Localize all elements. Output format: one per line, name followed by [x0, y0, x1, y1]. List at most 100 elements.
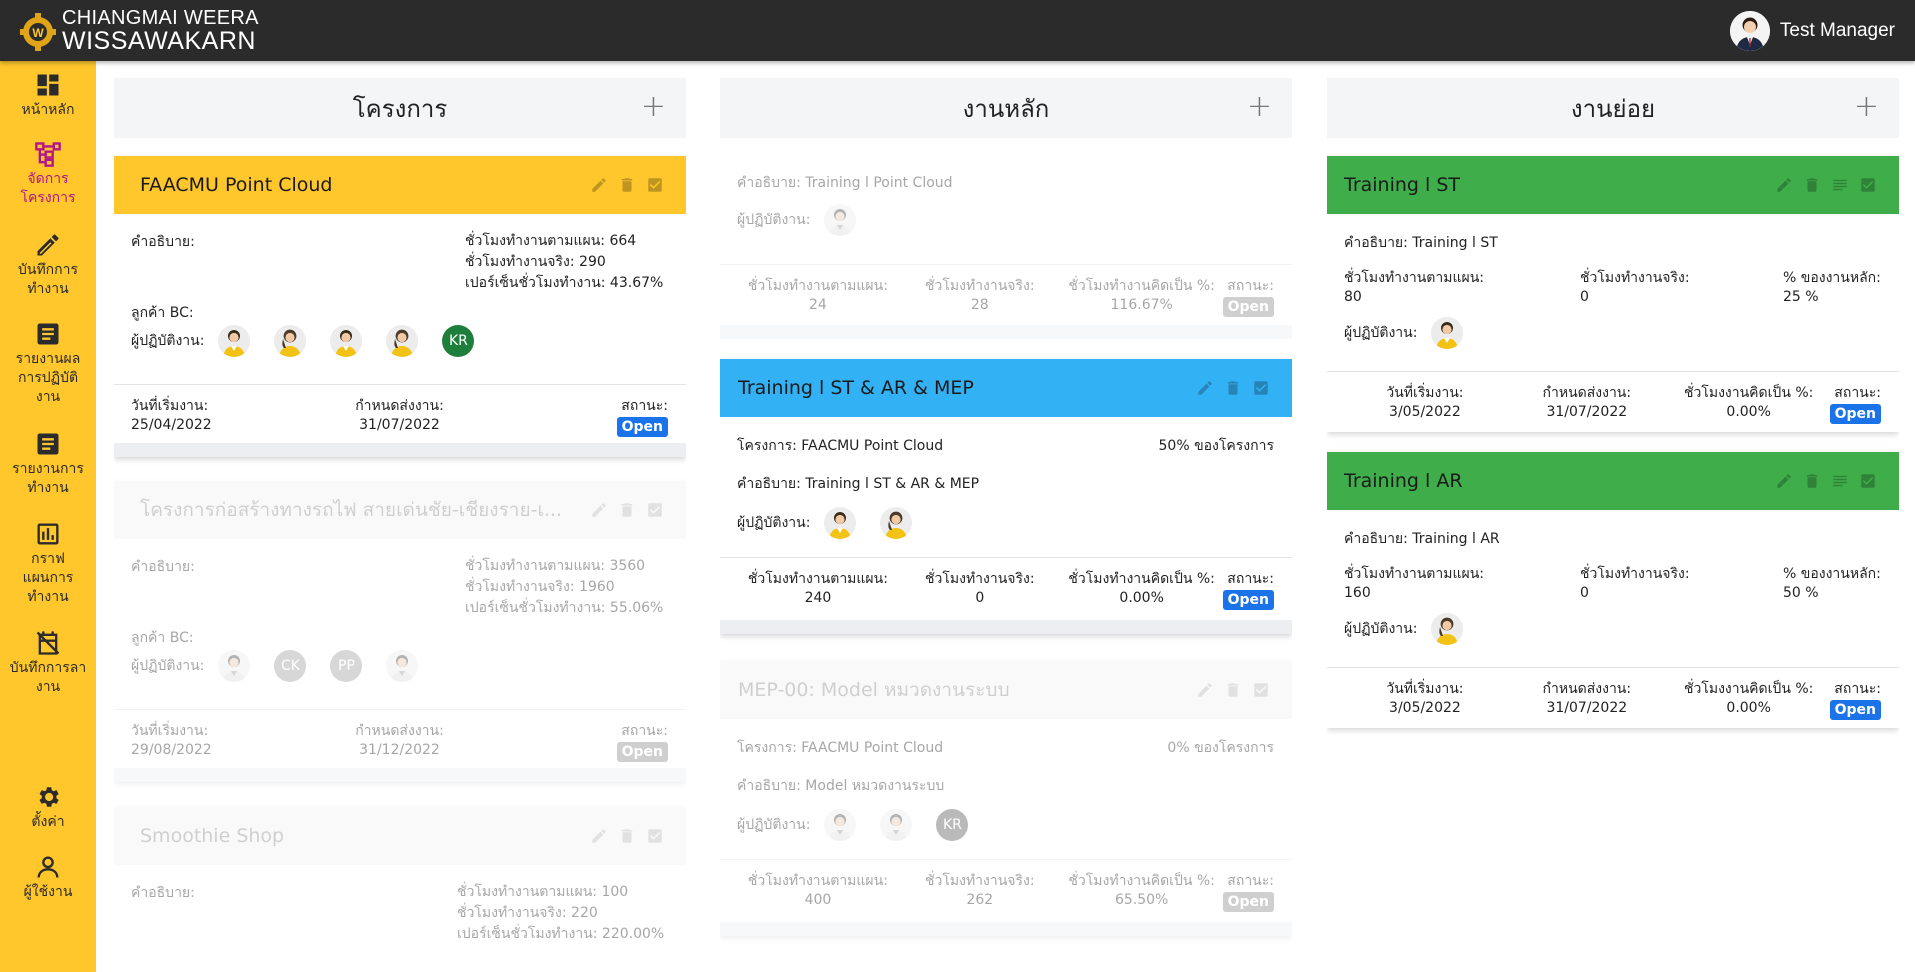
assignee-avatar[interactable]: [386, 325, 419, 357]
description: คำอธิบาย: Training l ST & AR & MEP: [737, 476, 980, 492]
assignee-avatar[interactable]: [1431, 613, 1464, 645]
share-value: 25 %: [1783, 289, 1819, 305]
deadline: 31/07/2022: [1546, 404, 1628, 420]
delete-icon[interactable]: [618, 827, 636, 845]
sub-task-card[interactable]: Training l ST คำอธิบาย: Training l ST ชั…: [1327, 156, 1899, 432]
sidebar-item-projects[interactable]: จัดการโครงการ: [0, 140, 96, 208]
percent-value: 0.00%: [1726, 700, 1771, 716]
assignee-avatar[interactable]: [218, 325, 251, 357]
details-list-icon[interactable]: [1831, 176, 1849, 194]
client: ลูกค้า BC:: [131, 305, 194, 321]
main-task-card[interactable]: คำอธิบาย: Training l Point Cloud ผู้ปฏิบ…: [720, 156, 1292, 339]
assignee-avatar[interactable]: [218, 650, 251, 682]
status-label: สถานะ:: [1227, 873, 1274, 889]
assignee-initials-avatar[interactable]: CK: [274, 650, 307, 682]
sidebar-item-work-report[interactable]: รายงานการทำงาน: [0, 430, 96, 498]
status-badge: Open: [1222, 297, 1274, 317]
start-date: 3/05/2022: [1389, 404, 1461, 420]
main-task-card[interactable]: Training l ST & AR & MEP โครงการ: FAACMU…: [720, 359, 1292, 634]
gear-logo-icon: W: [20, 12, 56, 51]
assignee-initials-avatar[interactable]: PP: [330, 650, 363, 682]
start-date-label: วันที่เริ่มงาน:: [1386, 681, 1464, 697]
edit-icon[interactable]: [1196, 379, 1214, 397]
complete-checkbox-icon[interactable]: [1859, 472, 1877, 490]
assignee-avatar[interactable]: [386, 650, 419, 682]
percent-label: ชั่วโมงงานคิดเป็น %:: [1683, 681, 1814, 697]
sidebar-item-work-log[interactable]: บันทึกการทำงาน: [0, 231, 96, 299]
delete-icon[interactable]: [1803, 472, 1821, 490]
manager-avatar-icon: [1729, 10, 1770, 51]
sidebar-item-performance-report[interactable]: รายงานผลการปฏิบัติงาน: [0, 320, 96, 407]
sidebar-item-users[interactable]: ผู้ใช้งาน: [0, 853, 96, 902]
edit-icon[interactable]: [1775, 472, 1793, 490]
complete-checkbox-icon[interactable]: [646, 176, 664, 194]
company-logo[interactable]: W CHIANGMAI WEERA WISSAWAKARN: [20, 8, 259, 54]
card-header: โครงการก่อสร้างทางรถไฟ สายเด่นชัย-เชียงร…: [114, 481, 686, 539]
complete-checkbox-icon[interactable]: [1252, 681, 1270, 699]
assignee-initials-avatar[interactable]: KR: [442, 325, 475, 357]
assignee-avatar[interactable]: [824, 204, 857, 236]
project-card[interactable]: Smoothie Shop คำอธิบาย: ชั่วโมงทำงานตามแ…: [114, 807, 686, 972]
delete-icon[interactable]: [618, 501, 636, 519]
dashboard-icon: [37, 74, 59, 96]
percent-label: ชั่วโมงงานคิดเป็น %:: [1683, 385, 1814, 401]
status-label: สถานะ:: [1227, 571, 1274, 587]
main-task-card[interactable]: MEP-00: Model หมวดงานระบบ โครงการ: FAACM…: [720, 661, 1292, 936]
card-header: Training l ST: [1327, 156, 1899, 214]
card-title: Training l ST & AR & MEP: [738, 377, 974, 399]
description: คำอธิบาย: Training l Point Cloud: [737, 175, 953, 191]
percent-value: 116.67%: [1110, 297, 1173, 313]
sub-task-card[interactable]: Training l AR คำอธิบาย: Training l AR ชั…: [1327, 452, 1899, 728]
sidebar-item-label: จัดการโครงการ: [20, 171, 76, 206]
assignee-avatar[interactable]: [880, 809, 913, 841]
delete-icon[interactable]: [618, 176, 636, 194]
assignee-initials-avatar[interactable]: KR: [936, 809, 969, 841]
actual-hours-label: ชั่วโมงทำงานจริง:: [925, 278, 1035, 294]
status-badge: Open: [1222, 590, 1274, 610]
hours-percent: เปอร์เซ็นชั่วโมงทำงาน: 55.06%: [465, 600, 664, 616]
project-card[interactable]: โครงการก่อสร้างทางรถไฟ สายเด่นชัย-เชียงร…: [114, 481, 686, 782]
assignee-avatar[interactable]: [824, 809, 857, 841]
user-menu[interactable]: Test Manager: [1729, 10, 1895, 51]
main-tasks-column-header: งานหลัก +: [720, 78, 1292, 138]
complete-checkbox-icon[interactable]: [646, 827, 664, 845]
user-avatar: [1729, 10, 1770, 51]
project-card[interactable]: FAACMU Point Cloud คำอธิบาย: ชั่วโมงทำงา…: [114, 156, 686, 457]
column-title: งานหลัก: [962, 94, 1050, 123]
edit-icon[interactable]: [590, 501, 608, 519]
deadline-label: กำหนดส่งงาน:: [1542, 385, 1632, 401]
sidebar-item-home[interactable]: หน้าหลัก: [0, 71, 96, 120]
sidebar-item-leave-log[interactable]: บันทึกการลางาน: [0, 629, 96, 697]
complete-checkbox-icon[interactable]: [1252, 379, 1270, 397]
edit-icon[interactable]: [590, 827, 608, 845]
status-label: สถานะ:: [1834, 681, 1881, 697]
status-badge: Open: [616, 742, 668, 762]
assignee-avatar[interactable]: [1431, 317, 1464, 349]
sidebar-item-settings[interactable]: ตั้งค่า: [0, 783, 96, 832]
assignee-avatar[interactable]: [330, 325, 363, 357]
assignee-avatar[interactable]: [274, 325, 307, 357]
card-title: Training l AR: [1344, 470, 1463, 492]
actual-hours: 28: [970, 297, 989, 313]
project-share: 0% ของโครงการ: [1167, 740, 1274, 756]
delete-icon[interactable]: [1803, 176, 1821, 194]
edit-icon[interactable]: [590, 176, 608, 194]
column-title: งานย่อย: [1570, 94, 1656, 123]
sidebar-item-plan-chart[interactable]: กราฟแผนการทำงาน: [0, 520, 96, 607]
add-sub-task-button[interactable]: +: [1854, 92, 1879, 122]
assignee-avatar[interactable]: [880, 507, 913, 539]
assignee-avatar[interactable]: [824, 507, 857, 539]
complete-checkbox-icon[interactable]: [646, 501, 664, 519]
edit-icon[interactable]: [1196, 681, 1214, 699]
add-main-task-button[interactable]: +: [1247, 92, 1272, 122]
project-share: 50% ของโครงการ: [1158, 438, 1274, 454]
card-title: โครงการก่อสร้างทางรถไฟ สายเด่นชัย-เชียงร…: [140, 499, 563, 521]
delete-icon[interactable]: [1224, 681, 1242, 699]
delete-icon[interactable]: [1224, 379, 1242, 397]
details-list-icon[interactable]: [1831, 472, 1849, 490]
status-label: สถานะ:: [1227, 278, 1274, 294]
complete-checkbox-icon[interactable]: [1859, 176, 1877, 194]
actual-hours: 262: [966, 892, 994, 908]
add-project-button[interactable]: +: [641, 92, 666, 122]
edit-icon[interactable]: [1775, 176, 1793, 194]
